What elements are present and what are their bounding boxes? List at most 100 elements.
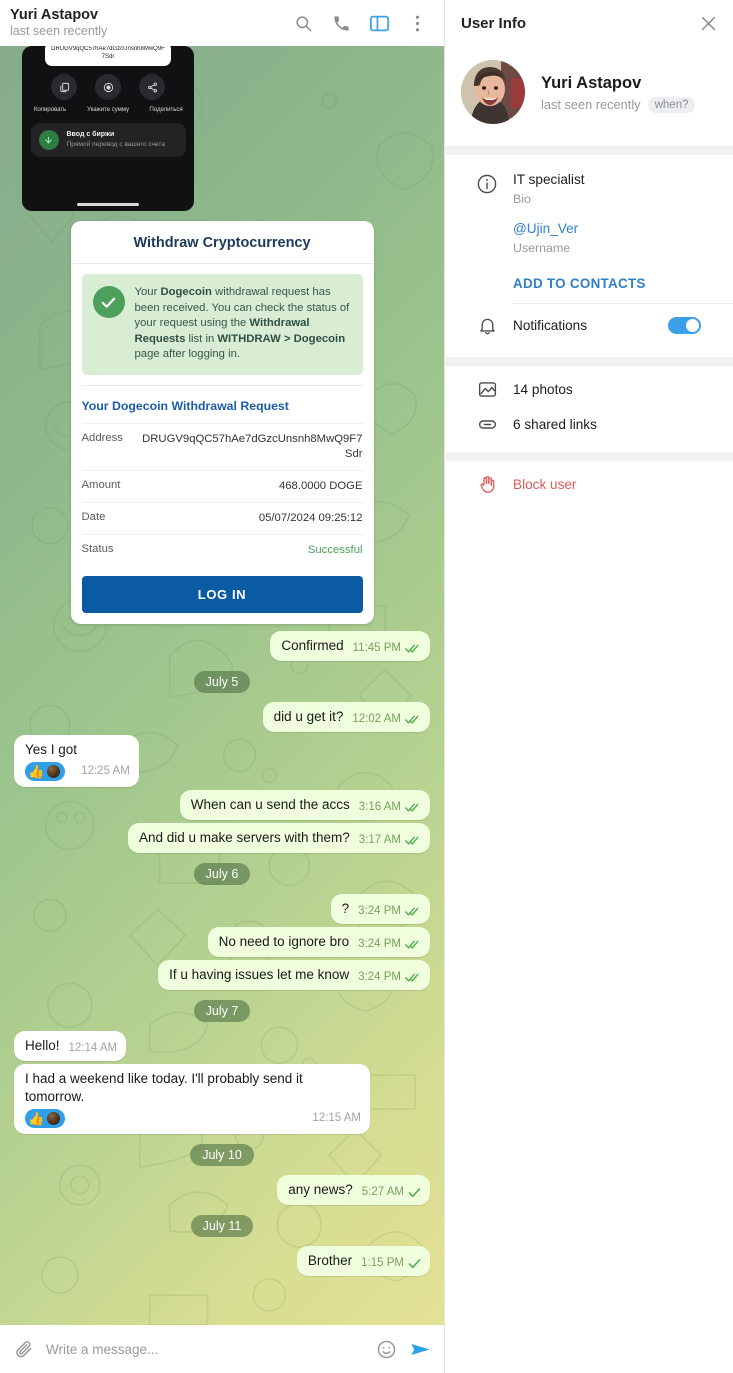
shared-links-row[interactable]: 6 shared links (445, 407, 733, 442)
user-info-panel: User Info Yuri Astapov last seen recentl… (445, 0, 733, 1373)
phone-deposit-card[interactable]: Ввод с биржи Прямой перевод с вашего сче… (30, 123, 186, 157)
withdraw-key: Amount (81, 478, 121, 491)
phone-address-text: DRUGV9qQC57hAe7dGzcUnsnh8MwQ9F7Sdr (45, 46, 171, 66)
profile-summary: Yuri Astapov last seen recently when? (445, 46, 733, 146)
phone-card-title: Ввод с биржи (66, 131, 115, 138)
chat-title-block[interactable]: Yuri Astapov last seen recently (10, 7, 292, 39)
message-meta: 3:24 PM (358, 938, 421, 951)
message-meta: 12:14 AM (69, 1042, 118, 1055)
notifications-toggle[interactable] (668, 317, 701, 334)
message-bubble-outgoing[interactable]: Confirmed 11:45 PM (270, 631, 430, 662)
download-arrow-icon (38, 130, 59, 150)
day-label: July 7 (193, 999, 251, 1022)
block-user-row[interactable]: Block user (445, 467, 733, 502)
message-bubble-incoming[interactable]: Yes I got 👍 12:25 AM (14, 735, 139, 788)
info-circle-icon (461, 170, 513, 208)
message-bubble-outgoing[interactable]: If u having issues let me know 3:24 PM (158, 960, 430, 991)
notifications-row[interactable]: Notifications (445, 304, 733, 347)
message-row: Brother 1:15 PM (14, 1246, 430, 1277)
add-to-contacts-button[interactable]: ADD TO CONTACTS (445, 266, 733, 303)
profile-name: Yuri Astapov (541, 73, 642, 92)
message-row: When can u send the accs 3:16 AM (14, 790, 430, 821)
withdraw-card-message: Withdraw Cryptocurrency Your Dogecoin wi… (70, 221, 374, 624)
message-time: 3:24 PM (358, 938, 401, 951)
share-icon[interactable] (139, 74, 165, 100)
message-bubble-outgoing[interactable]: No need to ignore bro 3:24 PM (207, 927, 430, 958)
username-icon-spacer (461, 219, 513, 257)
message-time: 12:25 AM (81, 764, 130, 777)
message-bubble-outgoing[interactable]: When can u send the accs 3:16 AM (179, 790, 430, 821)
amount-icon[interactable] (95, 74, 121, 100)
phone-screenshot-image[interactable]: DRUGV9qQC57hAe7dGzcUnsnh8MwQ9F7Sdr Копир… (22, 46, 194, 211)
notice-bold-1: Dogecoin (160, 286, 212, 298)
block-user-label: Block user (513, 477, 577, 492)
photo-message[interactable]: DRUGV9qQC57hAe7dGzcUnsnh8MwQ9F7Sdr Копир… (10, 46, 194, 211)
search-icon[interactable] (292, 12, 314, 34)
message-meta: 3:17 AM (359, 834, 421, 847)
message-bubble-incoming[interactable]: I had a weekend like today. I'll probabl… (14, 1064, 370, 1135)
message-time: 12:02 AM (352, 713, 401, 726)
message-row: any news? 5:27 AM (14, 1175, 430, 1206)
phone-card-subtitle: Прямой перевод с вашего счета (66, 141, 165, 148)
username-row[interactable]: @Ujin_Ver Username (445, 217, 733, 266)
message-bubble-outgoing[interactable]: And did u make servers with them? 3:17 A… (127, 823, 430, 854)
day-label: July 6 (193, 862, 251, 885)
phone-home-indicator (77, 203, 139, 206)
message-meta: 11:45 PM (353, 642, 421, 655)
withdraw-row-status: Status Successful (81, 533, 363, 566)
log-in-button[interactable]: LOG IN (81, 575, 363, 613)
message-bubble-outgoing[interactable]: did u get it? 12:02 AM (262, 702, 430, 733)
withdraw-key: Date (81, 510, 106, 523)
message-row: Hello! 12:14 AM (14, 1031, 430, 1062)
username-value[interactable]: @Ujin_Ver (513, 219, 717, 238)
details-section: IT specialist Bio @Ujin_Ver Username ADD… (445, 155, 733, 357)
double-check-icon (405, 714, 421, 725)
single-check-icon (408, 1258, 421, 1269)
message-row: No need to ignore bro 3:24 PM (14, 927, 430, 958)
emoji-icon[interactable] (374, 1337, 398, 1361)
withdraw-value: DRUGV9qQC57hAe7dGzcUnsnh8MwQ9F7Sdr (142, 432, 363, 460)
thumbs-up-icon: 👍 (28, 1110, 45, 1126)
withdraw-card: Withdraw Cryptocurrency Your Dogecoin wi… (70, 221, 374, 624)
when-pill[interactable]: when? (647, 96, 696, 113)
avatar[interactable] (461, 60, 525, 124)
message-time: 3:16 AM (358, 801, 401, 814)
more-menu-icon[interactable] (406, 12, 428, 34)
send-icon[interactable] (408, 1337, 432, 1361)
day-label: July 11 (190, 1214, 254, 1237)
message-meta: 12:15 AM (312, 1112, 361, 1125)
reaction-pill[interactable]: 👍 (25, 762, 66, 782)
call-icon[interactable] (330, 12, 352, 34)
message-row: I had a weekend like today. I'll probabl… (14, 1064, 430, 1135)
message-bubble-outgoing[interactable]: ? 3:24 PM (330, 894, 430, 925)
notice-seg-4: page after logging in. (134, 348, 241, 361)
bell-icon (461, 315, 513, 336)
message-meta: 5:27 AM (362, 1186, 421, 1199)
double-check-icon (405, 906, 421, 917)
message-time: 12:15 AM (312, 1111, 361, 1124)
day-label: July 5 (193, 670, 251, 693)
message-input[interactable] (46, 1341, 364, 1357)
message-text: ? (341, 901, 350, 917)
withdraw-notice-text: Your Dogecoin withdrawal request has bee… (135, 285, 352, 363)
copy-icon[interactable] (51, 74, 77, 100)
status-badge: Successful (307, 543, 363, 556)
message-time: 1:15 PM (361, 1257, 404, 1270)
withdraw-row-date: Date 05/07/2024 09:25:12 (81, 501, 363, 534)
telegram-window: Yuri Astapov last seen recently DRUGV9qQ… (0, 0, 733, 1373)
message-bubble-outgoing[interactable]: Brother 1:15 PM (296, 1246, 430, 1277)
section-divider (445, 146, 733, 155)
photos-row[interactable]: 14 photos (445, 372, 733, 407)
close-icon[interactable] (697, 12, 719, 34)
sidebar-toggle-icon[interactable] (368, 12, 390, 34)
message-bubble-outgoing[interactable]: any news? 5:27 AM (277, 1175, 430, 1206)
message-time: 3:24 PM (358, 971, 401, 984)
withdraw-value: 468.0000 DOGE (278, 479, 363, 492)
paperclip-icon[interactable] (12, 1337, 36, 1361)
reaction-pill[interactable]: 👍 (25, 1109, 66, 1129)
chat-message-list[interactable]: DRUGV9qQC57hAe7dGzcUnsnh8MwQ9F7Sdr Копир… (0, 46, 444, 1325)
withdraw-row-address: Address DRUGV9qQC57hAe7dGzcUnsnh8MwQ9F7S… (81, 422, 363, 470)
bio-row[interactable]: IT specialist Bio (445, 161, 733, 217)
chat-header: Yuri Astapov last seen recently (0, 0, 444, 46)
message-bubble-incoming[interactable]: Hello! 12:14 AM (14, 1031, 127, 1062)
